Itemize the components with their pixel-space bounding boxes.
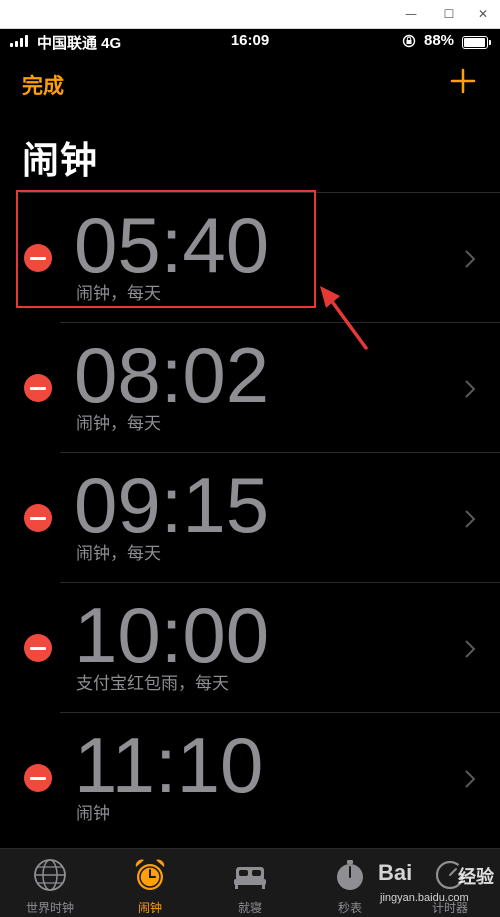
alarm-time: 08:02	[74, 331, 270, 419]
chevron-right-icon	[465, 510, 476, 528]
alarm-row[interactable]: 09:15 闹钟，每天	[24, 452, 500, 582]
rotation-lock-icon	[402, 34, 416, 48]
alarm-time: 09:15	[74, 461, 270, 549]
chevron-right-icon	[465, 770, 476, 788]
tab-world-clock[interactable]: 世界时钟	[0, 849, 100, 917]
alarm-row[interactable]: 05:40 闹钟，每天	[20, 192, 500, 322]
alarm-time: 05:40	[74, 201, 270, 289]
chevron-right-icon	[465, 250, 476, 268]
status-bar: 中国联通 4G 16:09 88%	[0, 28, 500, 54]
plus-icon[interactable]	[450, 68, 476, 94]
done-button[interactable]: 完成	[22, 70, 64, 100]
alarm-label: 闹钟，每天	[76, 284, 161, 303]
delete-alarm-button[interactable]	[24, 504, 52, 532]
chevron-right-icon	[465, 380, 476, 398]
alarm-row[interactable]: 08:02 闹钟，每天	[24, 322, 500, 452]
tab-label: 就寝	[237, 901, 262, 915]
close-button[interactable]: ✕	[464, 0, 500, 28]
tab-bar: 世界时钟 闹钟 就寝 秒表 计时器	[0, 848, 500, 917]
alarm-list: 05:40 闹钟，每天 08:02 闹钟，每天 09:15 闹钟，每天 10:0…	[0, 192, 500, 842]
tab-label: 秒表	[337, 901, 362, 915]
alarm-time: 10:00	[74, 591, 270, 679]
alarm-clock-icon	[135, 859, 165, 890]
stopwatch-icon	[337, 860, 363, 890]
minimize-button[interactable]: —	[392, 0, 430, 28]
tab-label: 世界时钟	[25, 901, 74, 915]
alarm-row[interactable]: 11:10 闹钟	[24, 712, 500, 842]
tab-timer[interactable]: 计时器	[400, 849, 500, 917]
tab-label: 计时器	[431, 901, 468, 915]
delete-alarm-button[interactable]	[24, 764, 52, 792]
alarm-label: 闹钟，每天	[76, 544, 161, 563]
battery-percent: 88%	[424, 32, 455, 49]
alarm-time: 11:10	[74, 721, 264, 809]
alarm-label: 闹钟，每天	[76, 414, 161, 433]
tab-stopwatch[interactable]: 秒表	[300, 849, 400, 917]
globe-icon	[34, 859, 66, 891]
maximize-button[interactable]: ☐	[430, 0, 468, 28]
tab-alarm[interactable]: 闹钟	[100, 849, 200, 917]
battery-icon	[462, 36, 491, 49]
window-title-bar: — ☐ ✕	[0, 0, 500, 29]
alarm-label: 闹钟	[76, 804, 110, 823]
bed-icon	[234, 867, 266, 889]
tab-bedtime[interactable]: 就寝	[200, 849, 300, 917]
delete-alarm-button[interactable]	[24, 374, 52, 402]
delete-alarm-button[interactable]	[24, 244, 52, 272]
page-title: 闹钟	[22, 140, 98, 181]
alarm-row[interactable]: 10:00 支付宝红包雨，每天	[24, 582, 500, 712]
delete-alarm-button[interactable]	[24, 634, 52, 662]
tab-label: 闹钟	[137, 901, 162, 915]
chevron-right-icon	[465, 640, 476, 658]
timer-icon	[435, 860, 465, 890]
alarm-label: 支付宝红包雨，每天	[76, 674, 229, 693]
